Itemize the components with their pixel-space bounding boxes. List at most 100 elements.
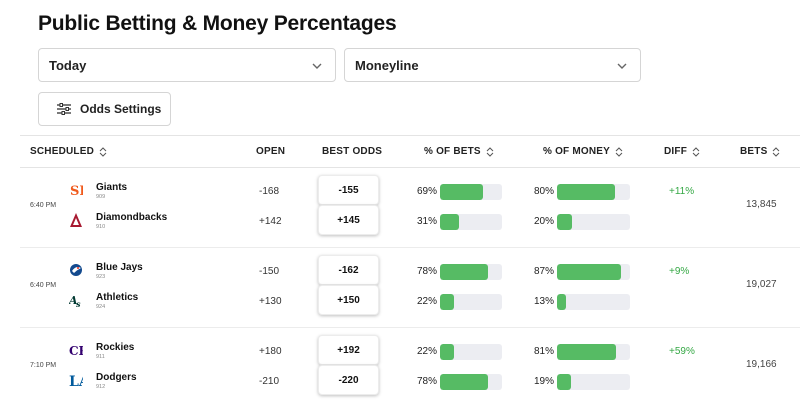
odds-settings-button[interactable]: Odds Settings [38,92,171,126]
column-header-diff[interactable]: DIFF [664,146,700,157]
svg-text:SF: SF [70,184,83,198]
open-odds: +130 [259,296,282,307]
svg-text:s: s [76,299,81,308]
svg-text:LA: LA [69,374,83,388]
market-select-value: Moneyline [355,57,419,73]
bets-total: 13,845 [746,199,777,210]
bets-percent: 78% [417,266,438,277]
team-rotation-number: 912 [96,384,106,390]
money-bar [557,184,630,200]
column-header-best-odds: BEST ODDS [322,146,382,157]
best-odds-button[interactable]: -220 [318,365,379,395]
team-name[interactable]: Blue Jays [96,262,143,273]
money-percent: 81% [534,346,555,357]
best-odds-button[interactable]: -155 [318,175,379,205]
diff-value: +59% [669,346,695,357]
chevron-down-icon [617,63,627,69]
odds-settings-label: Odds Settings [80,102,162,116]
money-bar-fill [557,374,571,390]
money-bar-fill [557,214,572,230]
bets-percent: 31% [417,216,438,227]
team-name[interactable]: Diamondbacks [96,212,167,223]
diff-value: +11% [669,186,695,197]
best-odds-button[interactable]: +192 [318,335,379,365]
money-percent: 87% [534,266,555,277]
diamondbacks-logo-icon [69,212,83,228]
column-header-pct-bets[interactable]: % OF BETS [424,146,494,157]
sort-icon [615,146,623,157]
blue-jays-logo-icon [69,262,83,278]
bets-total: 19,166 [746,359,777,370]
open-odds: +180 [259,346,282,357]
team-name[interactable]: Dodgers [96,372,137,383]
column-header-scheduled[interactable]: SCHEDULED [30,146,107,157]
bets-bar-fill [440,214,460,230]
team-rotation-number: 910 [96,224,106,230]
column-header-pct-money[interactable]: % OF MONEY [543,146,623,157]
diff-value: +9% [669,266,690,277]
team-rotation-number: 924 [96,304,106,310]
game-time: 6:40 PM [30,202,57,209]
column-header-diff-label: DIFF [664,146,688,157]
bets-bar-fill [440,264,489,280]
column-header-pct-bets-label: % OF BETS [424,146,481,157]
money-bar [557,374,630,390]
bets-bar [440,294,502,310]
money-percent: 20% [534,216,555,227]
column-header-pct-money-label: % OF MONEY [543,146,611,157]
svg-text:CR: CR [69,344,83,358]
bets-bar [440,264,502,280]
sliders-icon [57,103,71,115]
best-odds-button[interactable]: -162 [318,255,379,285]
open-odds: +142 [259,216,282,227]
giants-logo-icon: SF [69,182,89,199]
row-divider [20,327,800,328]
team-rotation-number: 911 [96,354,105,360]
bets-bar-fill [440,294,454,310]
bets-percent: 78% [417,376,438,387]
money-bar-fill [557,184,616,200]
date-select-value: Today [49,57,87,73]
money-percent: 80% [534,186,555,197]
money-bar-fill [557,294,567,310]
game-time: 7:10 PM [30,362,57,369]
bets-bar [440,344,502,360]
open-odds: -210 [259,376,280,387]
team-rotation-number: 909 [96,194,106,200]
column-header-bets-label: BETS [740,146,768,157]
money-bar [557,344,630,360]
bets-bar-fill [440,374,489,390]
bets-total: 19,027 [746,279,777,290]
open-odds: -168 [259,186,280,197]
table-header-divider [20,167,800,168]
rockies-logo-icon: CR [69,342,90,358]
column-header-open: OPEN [256,146,285,157]
team-name[interactable]: Athletics [96,292,138,303]
sort-icon [692,146,700,157]
best-odds-button[interactable]: +145 [318,205,379,235]
bets-bar [440,214,502,230]
bets-percent: 69% [417,186,438,197]
market-select[interactable]: Moneyline [344,48,641,82]
column-header-bets[interactable]: BETS [740,146,780,157]
row-divider [20,247,800,248]
money-bar [557,294,630,310]
money-bar-fill [557,344,617,360]
money-percent: 19% [534,376,555,387]
athletics-logo-icon: As [68,292,83,309]
open-odds: -150 [259,266,280,277]
team-rotation-number: 923 [96,274,106,280]
bets-percent: 22% [417,346,438,357]
game-time: 6:40 PM [30,282,57,289]
bets-bar [440,184,502,200]
team-name[interactable]: Giants [96,182,127,193]
money-bar [557,214,630,230]
bets-bar-fill [440,184,483,200]
table-top-divider [20,135,800,136]
column-header-open-label: OPEN [256,146,286,157]
money-percent: 13% [534,296,555,307]
date-select[interactable]: Today [38,48,336,82]
team-name[interactable]: Rockies [96,342,134,353]
best-odds-button[interactable]: +150 [318,285,379,315]
sort-icon [773,146,780,157]
